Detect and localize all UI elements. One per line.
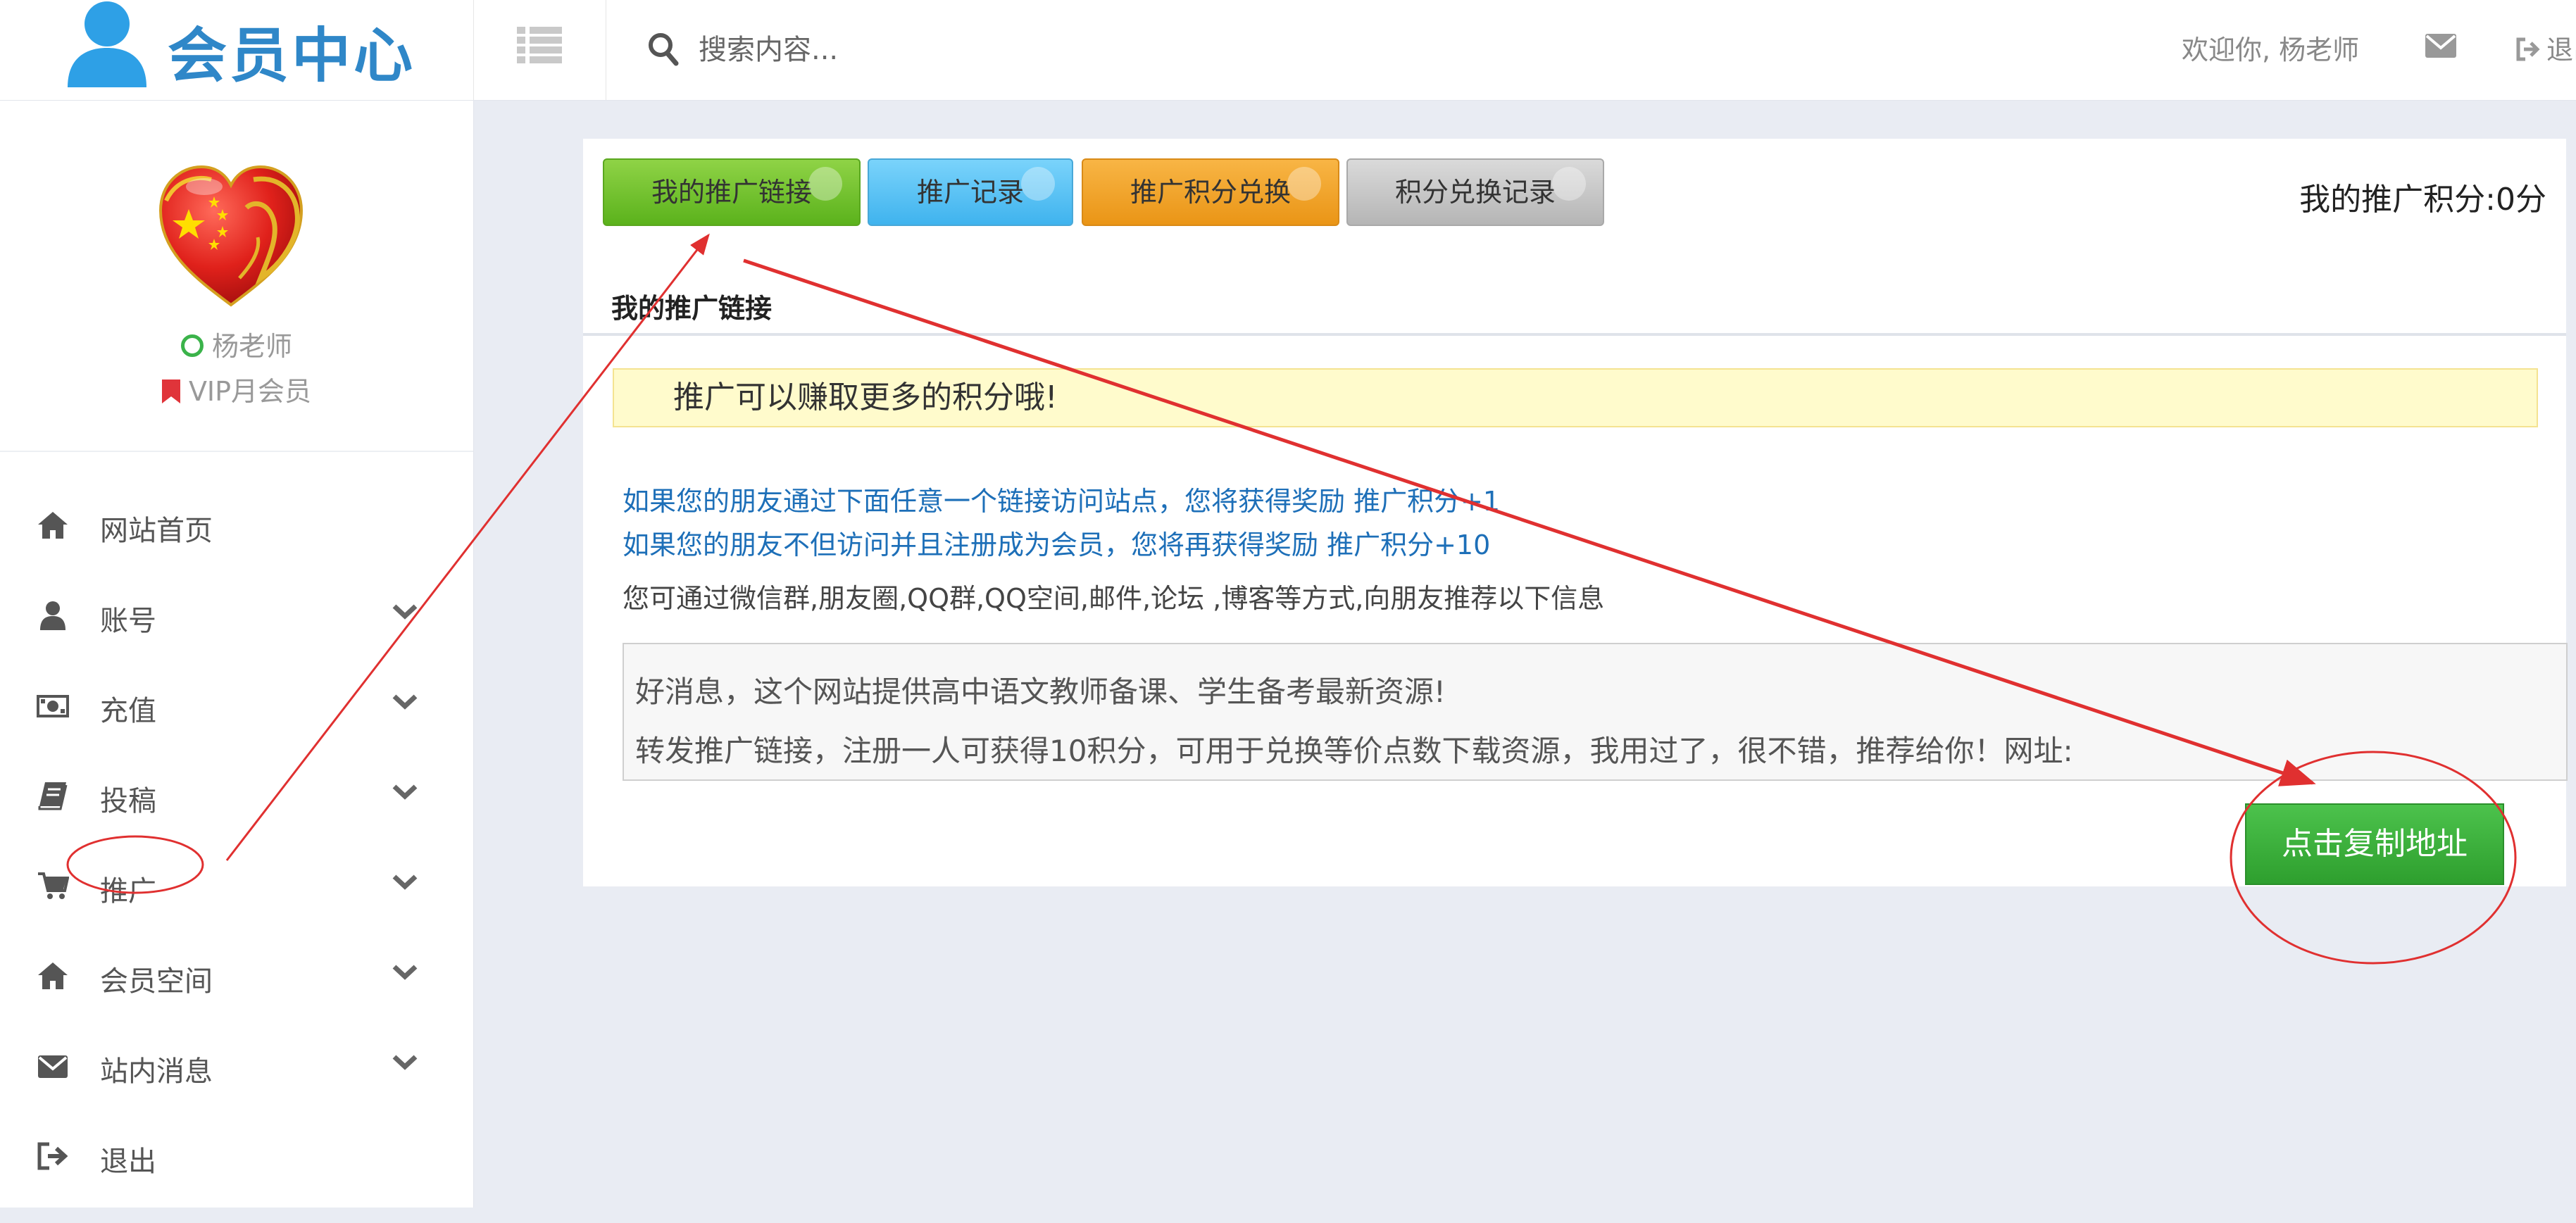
notice-text: 推广可以赚取更多的积分哦!: [673, 380, 1058, 415]
section-divider: [583, 333, 2566, 336]
sidebar-item-label: 网站首页: [100, 515, 213, 547]
envelope-icon[interactable]: [2425, 34, 2456, 58]
envelope-icon: [38, 1055, 68, 1078]
welcome-text: 欢迎你, 杨老师: [2182, 35, 2360, 65]
tab-label: 推广积分兑换: [1130, 177, 1291, 208]
site-title: 会员中心: [168, 21, 416, 90]
sidebar-nav: 网站首页 账号 充值 投稿 推广 会员空间 站内消息 退出: [0, 502, 473, 1223]
user-name-text: 杨老师: [211, 331, 292, 362]
search-icon: [649, 33, 679, 66]
home-icon: [38, 962, 68, 989]
top-bar: 会员中心 欢迎你, 杨老师 退出: [0, 0, 2576, 101]
home-icon: [38, 512, 68, 539]
menu-toggle-button[interactable]: [473, 0, 606, 100]
sign-out-icon: [37, 1142, 68, 1170]
money-icon: [37, 695, 69, 717]
chevron-down-icon: [392, 784, 418, 800]
sidebar: 杨老师 VIP月会员 网站首页 账号 充值 投稿 推广 会员空间 站内消息 退出: [0, 101, 474, 1208]
sidebar-item-submit[interactable]: 投稿: [0, 772, 473, 863]
bookmark-icon: [161, 380, 180, 403]
user-icon: [40, 601, 65, 630]
sidebar-item-logout[interactable]: 退出: [0, 1133, 473, 1223]
list-icon: [517, 27, 562, 63]
tab-bubble: [1552, 167, 1586, 201]
sidebar-item-home[interactable]: 网站首页: [0, 502, 473, 592]
chevron-down-icon: [392, 1055, 418, 1070]
chevron-down-icon: [392, 604, 418, 620]
sidebar-item-label: 退出: [100, 1146, 156, 1178]
chevron-down-icon: [392, 694, 418, 710]
tab-promo-records[interactable]: 推广记录: [868, 158, 1073, 226]
copy-address-button[interactable]: 点击复制地址: [2245, 803, 2504, 885]
tab-my-promo-link[interactable]: 我的推广链接: [603, 158, 861, 226]
sidebar-item-label: 站内消息: [100, 1055, 213, 1088]
user-level-text: VIP月会员: [188, 376, 312, 407]
sidebar-item-label: 推广: [100, 875, 156, 908]
tab-bubble: [1021, 167, 1055, 201]
tab-label: 推广记录: [916, 177, 1024, 208]
section-title: 我的推广链接: [611, 293, 773, 324]
main-panel: 我的推广链接 推广记录 推广积分兑换 积分兑换记录 我的推广积分:0分 我的推广…: [583, 139, 2568, 886]
sidebar-item-messages[interactable]: 站内消息: [0, 1043, 473, 1133]
tab-bubble: [808, 167, 842, 201]
sidebar-item-account[interactable]: 账号: [0, 592, 473, 682]
tab-label: 积分兑换记录: [1394, 177, 1556, 208]
user-icon: [68, 1, 146, 87]
info-register-reward: 如果您的朋友不但访问并且注册成为会员，您将再获得奖励 推广积分+10: [623, 529, 1491, 560]
tab-points-exchange[interactable]: 推广积分兑换: [1082, 158, 1339, 226]
user-name: 杨老师: [0, 325, 473, 363]
tab-exchange-records[interactable]: 积分兑换记录: [1346, 158, 1604, 226]
tab-bubble: [1287, 167, 1321, 201]
sidebar-divider: [0, 451, 473, 452]
chevron-down-icon: [392, 874, 418, 890]
sidebar-item-label: 充值: [100, 695, 156, 727]
share-text-area[interactable]: 好消息，这个网站提供高中语文教师备课、学生备考最新资源! 转发推广链接，注册一人…: [623, 643, 2568, 781]
sidebar-item-label: 会员空间: [100, 965, 213, 998]
user-level: VIP月会员: [0, 370, 473, 408]
info-share-channels: 您可通过微信群,朋友圈,QQ群,QQ空间,邮件,论坛 ,博客等方式,向朋友推荐以…: [623, 583, 1605, 614]
sign-out-icon: [2516, 37, 2540, 61]
sidebar-item-label: 账号: [100, 605, 156, 637]
info-visit-reward: 如果您的朋友通过下面任意一个链接访问站点，您将获得奖励 推广积分+1: [623, 486, 1501, 517]
sidebar-item-member-space[interactable]: 会员空间: [0, 953, 473, 1043]
cart-icon: [38, 872, 69, 899]
avatar[interactable]: [155, 158, 307, 311]
logo[interactable]: 会员中心: [0, 0, 474, 100]
search-input[interactable]: [697, 21, 1334, 79]
tab-label: 我的推广链接: [651, 177, 812, 208]
sidebar-item-recharge[interactable]: 充值: [0, 682, 473, 772]
logout-link[interactable]: 退出: [2515, 28, 2576, 67]
book-icon: [38, 782, 68, 810]
chevron-down-icon: [392, 965, 418, 980]
logout-label: 退出: [2546, 35, 2576, 65]
online-status-icon: [180, 334, 204, 357]
notice-banner: 推广可以赚取更多的积分哦!: [613, 368, 2538, 427]
sidebar-item-label: 投稿: [100, 785, 156, 817]
promo-points: 我的推广积分:0分: [2299, 182, 2546, 218]
sidebar-item-promotion[interactable]: 推广: [0, 863, 473, 953]
